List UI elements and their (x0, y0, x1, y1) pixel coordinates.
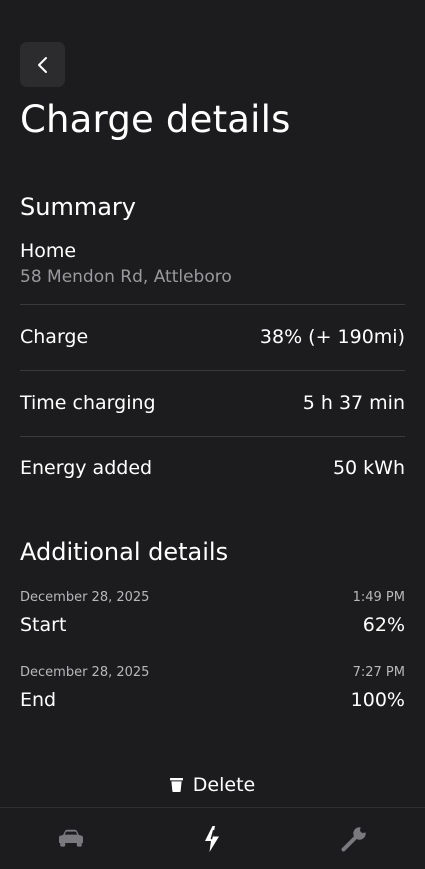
location-name: Home (20, 240, 77, 262)
location-address: 58 Mendon Rd, Attleboro (20, 267, 232, 287)
row-label: Energy added (20, 457, 153, 479)
row-label: Time charging (20, 392, 156, 414)
detail-value: 62% (362, 614, 405, 636)
row-value: 50 kWh (332, 457, 405, 479)
summary-row-time-charging: Time charging 5 h 37 min (20, 390, 405, 416)
summary-row-energy-added: Energy added 50 kWh (20, 455, 405, 481)
car-icon (58, 829, 83, 847)
tab-charging[interactable] (182, 814, 242, 864)
delete-button[interactable]: Delete (0, 772, 425, 798)
page-title: Charge details (20, 98, 291, 141)
detail-date: December 28, 2025 (20, 589, 150, 605)
detail-value: 100% (350, 689, 405, 711)
divider (20, 304, 405, 305)
row-value: 5 h 37 min (302, 392, 405, 414)
row-value: 38% (+ 190mi) (259, 326, 405, 348)
divider (20, 370, 405, 371)
detail-end: December 28, 2025 7:27 PM End 100% (20, 663, 405, 713)
row-label: Charge (20, 326, 89, 348)
detail-time: 7:27 PM (352, 664, 405, 680)
tab-vehicle[interactable] (41, 814, 101, 864)
chevron-left-icon (37, 56, 47, 73)
detail-start: December 28, 2025 1:49 PM Start 62% (20, 588, 405, 638)
summary-title: Summary (20, 193, 136, 221)
divider (20, 436, 405, 437)
back-button[interactable] (20, 42, 65, 87)
trash-icon (169, 778, 183, 792)
detail-date: December 28, 2025 (20, 664, 150, 680)
summary-row-charge: Charge 38% (+ 190mi) (20, 324, 405, 350)
bottom-tab-bar (0, 807, 425, 869)
detail-label: End (20, 689, 57, 711)
delete-label: Delete (192, 774, 256, 796)
wrench-icon (341, 826, 367, 851)
bolt-icon (205, 825, 220, 852)
additional-details-title: Additional details (20, 538, 229, 566)
charge-details-screen: Charge details Summary Home 58 Mendon Rd… (0, 0, 425, 869)
tab-service[interactable] (324, 814, 384, 864)
detail-time: 1:49 PM (352, 589, 405, 605)
detail-label: Start (20, 614, 67, 636)
